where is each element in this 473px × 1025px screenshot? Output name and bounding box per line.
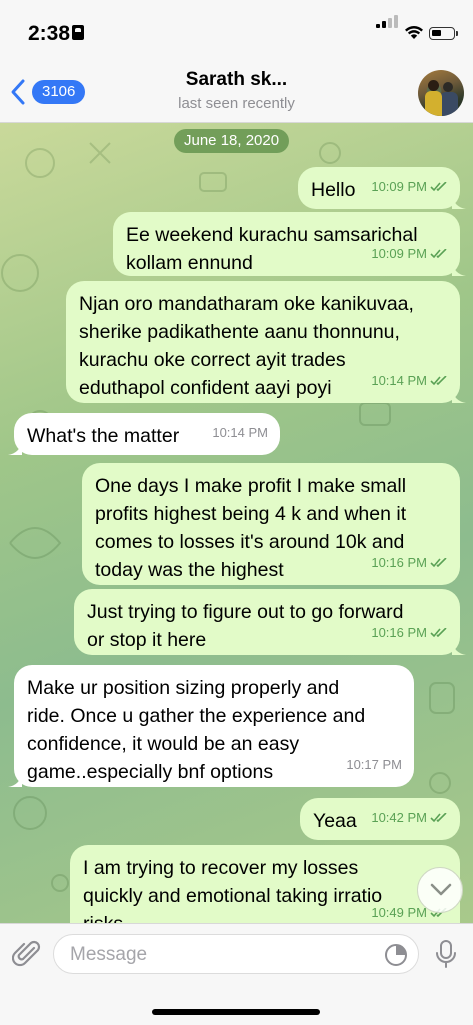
bubble-tail (8, 441, 22, 455)
message-input-bar (0, 923, 473, 1025)
double-check-icon (430, 376, 447, 386)
message-meta: 10:17 PM (346, 751, 402, 779)
message-bubble-outgoing[interactable]: Njan oro mandatharam oke kanikuvaa, sher… (66, 281, 466, 403)
message-meta: 10:14 PM (371, 367, 448, 395)
message-bubble-outgoing[interactable]: Ee weekend kurachu samsarichal kollam en… (113, 212, 466, 276)
double-check-icon (430, 182, 447, 192)
double-check-icon (430, 813, 447, 823)
message-bubble-outgoing[interactable]: I am trying to recover my losses quickly… (70, 845, 460, 923)
sticker-icon[interactable] (384, 943, 408, 967)
chat-status: last seen recently (178, 95, 295, 112)
message-time: 10:16 PM (371, 555, 427, 570)
date-separator: June 18, 2020 (174, 129, 290, 153)
bubble-tail (452, 389, 466, 403)
message-meta: 10:14 PM (212, 419, 268, 447)
message-field[interactable] (53, 934, 419, 975)
message-time: 10:09 PM (371, 179, 427, 194)
chat-title[interactable]: Sarath sk... (0, 69, 473, 91)
scroll-to-bottom-button[interactable] (417, 867, 463, 913)
home-indicator (152, 1009, 320, 1015)
avatar[interactable] (418, 70, 464, 116)
message-text: Make ur position sizing properly and rid… (27, 677, 366, 783)
message-time: 10:09 PM (371, 246, 427, 261)
battery-icon (429, 27, 458, 40)
message-meta: 10:16 PM (371, 549, 448, 577)
message-bubble-outgoing[interactable]: Hello 10:09 PM (298, 167, 466, 209)
message-time: 10:42 PM (371, 810, 427, 825)
status-bar: 2:38 (0, 0, 473, 60)
double-check-icon (430, 558, 447, 568)
attach-icon[interactable] (12, 938, 42, 970)
message-meta: 10:09 PM (371, 173, 448, 201)
chat-area[interactable]: June 18, 2020 Hello 10:09 PM Ee weekend … (0, 123, 473, 923)
message-time: 10:17 PM (346, 757, 402, 772)
message-bubble-outgoing[interactable]: Just trying to figure out to go forward … (74, 589, 466, 655)
message-time: 10:16 PM (371, 625, 427, 640)
bubble-tail (452, 195, 466, 209)
bubble-tail (8, 773, 22, 787)
message-meta: 10:42 PM (371, 804, 448, 832)
message-bubble-incoming[interactable]: What's the matter 10:14 PM (8, 413, 280, 455)
double-check-icon (430, 249, 447, 259)
message-meta: 10:16 PM (371, 619, 448, 647)
message-time: 10:14 PM (371, 373, 427, 388)
message-time: 10:49 PM (371, 905, 427, 920)
message-bubble-incoming[interactable]: Make ur position sizing properly and rid… (8, 665, 414, 787)
bubble-tail (452, 262, 466, 276)
message-meta: 10:09 PM (371, 240, 448, 268)
id-card-icon (72, 25, 84, 40)
chevron-down-icon (430, 883, 452, 896)
mic-icon[interactable] (434, 939, 458, 969)
wifi-icon (405, 26, 423, 39)
message-input[interactable] (68, 935, 372, 975)
bubble-tail (452, 641, 466, 655)
message-bubble-outgoing[interactable]: One days I make profit I make small prof… (82, 463, 460, 585)
status-time: 2:38 (28, 22, 71, 45)
chat-header: 3106 Sarath sk... last seen recently (0, 60, 473, 123)
message-bubble-outgoing[interactable]: Yeaa 10:42 PM (300, 798, 460, 840)
message-time: 10:14 PM (212, 425, 268, 440)
double-check-icon (430, 628, 447, 638)
